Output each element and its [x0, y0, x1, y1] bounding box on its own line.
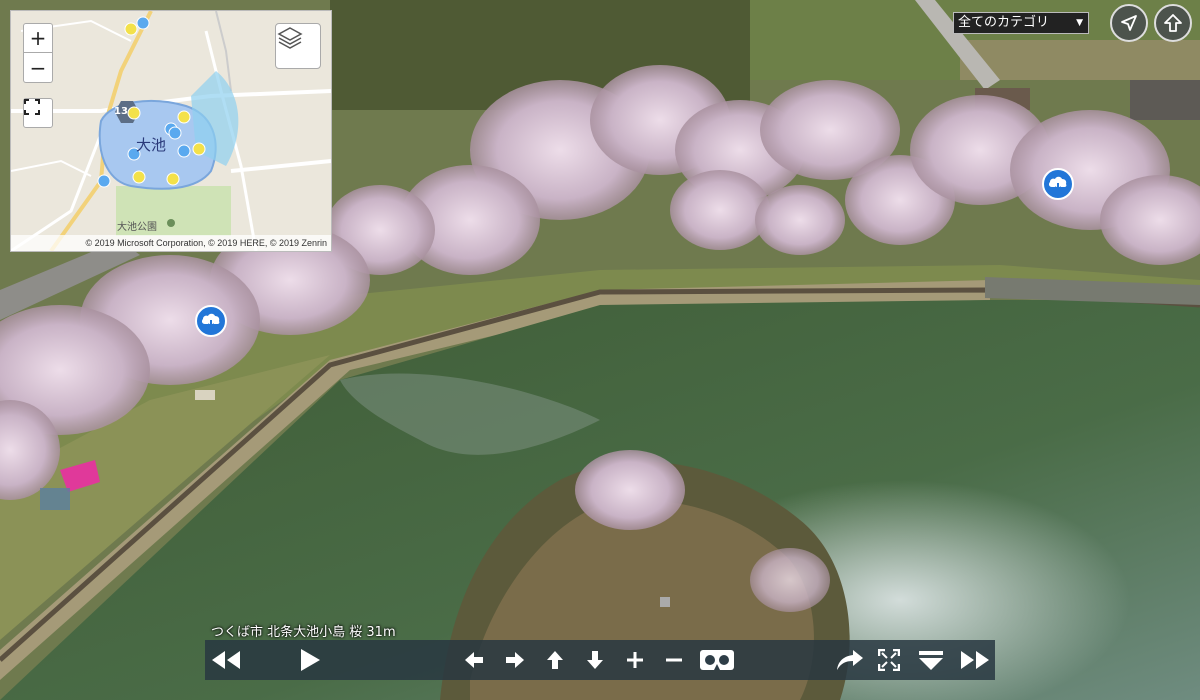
- hotspot-marker[interactable]: [195, 305, 227, 337]
- caret-down-icon: ▼: [1076, 18, 1083, 28]
- map-copyright: © 2019 Microsoft Corporation, © 2019 HER…: [11, 235, 331, 251]
- minimap[interactable]: 13 大池 大池公園 + − © 2019 Microsoft Corporat…: [10, 10, 332, 252]
- map-zoom-out-button[interactable]: −: [23, 53, 53, 83]
- zoom-out-icon: [666, 658, 682, 662]
- pan-up-icon: [547, 651, 563, 669]
- map-fullscreen-button[interactable]: [23, 98, 53, 128]
- fast-forward-icon: [961, 651, 989, 669]
- pan-right-icon: [506, 652, 524, 668]
- share-icon: [837, 650, 863, 670]
- zoom-in-button[interactable]: [621, 640, 649, 680]
- pan-down-button[interactable]: [581, 640, 609, 680]
- zoom-out-button[interactable]: [660, 640, 688, 680]
- locate-arrow-icon: [1121, 15, 1137, 31]
- pan-left-icon: [465, 652, 483, 668]
- pan-down-icon: [587, 651, 603, 669]
- route-number: 13: [114, 106, 128, 117]
- category-select[interactable]: 全てのカテゴリ ▼: [953, 12, 1089, 34]
- layers-icon: [277, 27, 303, 49]
- fast-forward-button[interactable]: [955, 640, 995, 680]
- fullscreen-icon: [878, 649, 900, 671]
- expand-icon: [24, 99, 40, 115]
- dropdown-menu-button[interactable]: [915, 640, 947, 680]
- vr-goggles-icon: [700, 650, 734, 670]
- play-button[interactable]: [293, 640, 327, 680]
- vr-mode-button[interactable]: [697, 640, 737, 680]
- lake-label: 大池: [136, 136, 167, 154]
- cloud-download-icon: [1048, 176, 1067, 192]
- park-label: 大池公園: [117, 222, 157, 233]
- up-button[interactable]: [1154, 4, 1192, 42]
- up-arrow-icon: [1164, 14, 1182, 32]
- dropdown-icon: [919, 651, 943, 670]
- map-layers-button[interactable]: [275, 23, 321, 69]
- share-button[interactable]: [833, 640, 867, 680]
- play-icon: [301, 649, 320, 671]
- cloud-download-icon: [201, 313, 220, 329]
- zoom-in-icon: [627, 652, 643, 668]
- category-select-label: 全てのカテゴリ: [958, 15, 1050, 30]
- locate-button[interactable]: [1110, 4, 1148, 42]
- map-zoom-in-button[interactable]: +: [23, 23, 53, 53]
- pan-right-button[interactable]: [501, 640, 529, 680]
- rewind-icon: [212, 651, 240, 669]
- pan-up-button[interactable]: [541, 640, 569, 680]
- hotspot-marker[interactable]: [1042, 168, 1074, 200]
- scene-caption: つくば市 北条大池小島 桜 31m: [211, 625, 396, 640]
- pan-left-button[interactable]: [460, 640, 488, 680]
- rewind-button[interactable]: [205, 640, 247, 680]
- fullscreen-button[interactable]: [875, 640, 903, 680]
- player-toolbar: [205, 640, 995, 680]
